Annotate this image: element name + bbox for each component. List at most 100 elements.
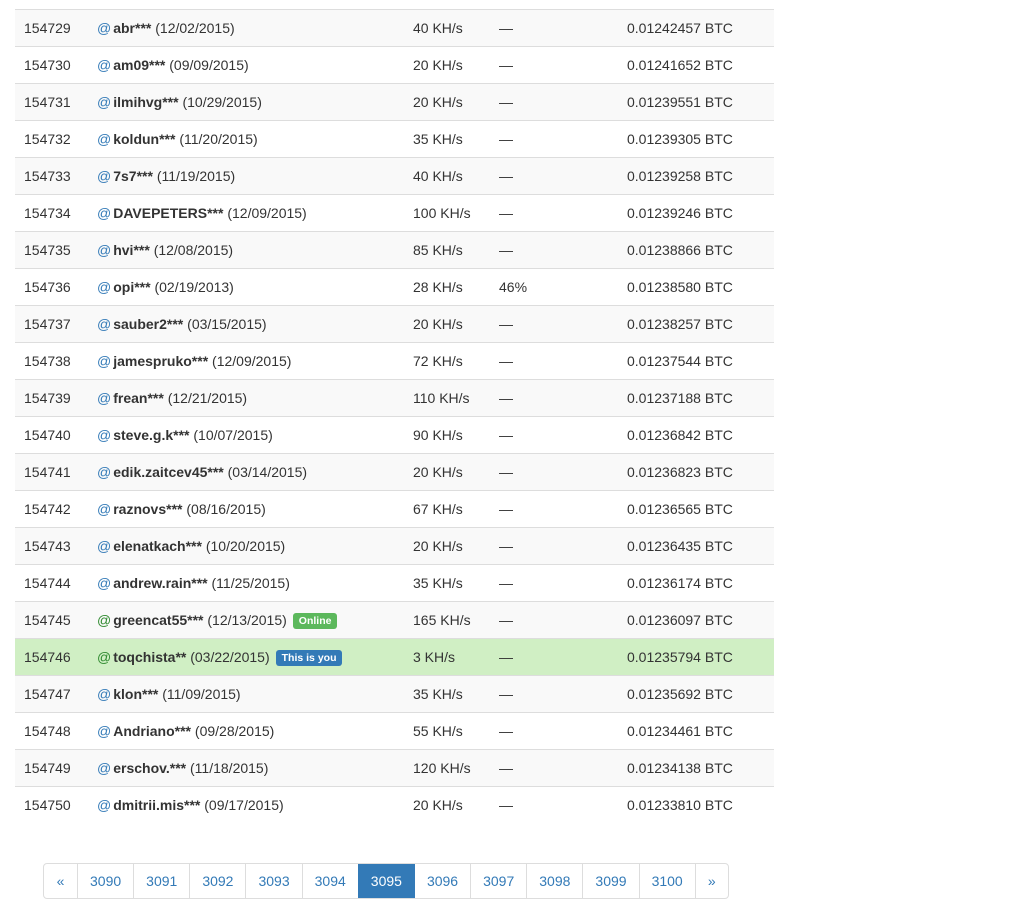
user-cell: @ andrew.rain*** (11/25/2015)	[97, 564, 413, 602]
speed-cell: 20 KH/s	[413, 527, 499, 565]
rank-cell: 154748	[15, 712, 97, 750]
username-link[interactable]: ilmihvg***	[113, 94, 178, 110]
speed-cell: 120 KH/s	[413, 749, 499, 787]
join-date: (11/20/2015)	[179, 131, 258, 147]
join-date: (12/09/2015)	[227, 205, 307, 221]
speed-cell: 40 KH/s	[413, 9, 499, 47]
username-link[interactable]: sauber2***	[113, 316, 183, 332]
user-cell: @ greencat55*** (12/13/2015) Online	[97, 601, 413, 639]
username-link[interactable]: opi***	[113, 279, 150, 295]
rank-cell: 154743	[15, 527, 97, 565]
username-link[interactable]: toqchista**	[113, 649, 186, 665]
speed-cell: 35 KH/s	[413, 675, 499, 713]
username-link[interactable]: hvi***	[113, 242, 150, 258]
user-cell: @ hvi*** (12/08/2015)	[97, 231, 413, 269]
this-is-you-badge: This is you	[275, 649, 343, 666]
table-row: 154738 @ jamespruko*** (12/09/2015) 72 KH/s…	[15, 342, 774, 380]
join-date: (03/15/2015)	[187, 316, 267, 332]
speed-cell: 165 KH/s	[413, 601, 499, 639]
rank-cell: 154747	[15, 675, 97, 713]
table-row: 154741 @ edik.zaitcev45*** (03/14/2015) 20 …	[15, 453, 774, 491]
username-link[interactable]: erschov.***	[113, 760, 186, 776]
user-cell: @ am09*** (09/09/2015)	[97, 46, 413, 84]
at-icon: @	[97, 242, 112, 258]
rank-cell: 154733	[15, 157, 97, 195]
at-icon: @	[97, 390, 112, 406]
reward-cell: 0.01241652 BTC	[627, 46, 774, 84]
table-row: 154744 @ andrew.rain*** (11/25/2015) 35 KH/…	[15, 564, 774, 602]
table-row: 154740 @ steve.g.k*** (10/07/2015) 90 KH/s —…	[15, 416, 774, 454]
username-link[interactable]: jamespruko***	[113, 353, 208, 369]
at-icon: @	[97, 723, 112, 739]
join-date: (11/09/2015)	[162, 686, 241, 702]
table-row: 154735 @ hvi*** (12/08/2015) 85 KH/s —0.0123…	[15, 231, 774, 269]
progress-cell: —	[499, 638, 627, 676]
rank-cell: 154731	[15, 83, 97, 121]
username-link[interactable]: DAVEPETERS***	[113, 205, 223, 221]
user-cell: @ klon*** (11/09/2015)	[97, 675, 413, 713]
at-icon: @	[97, 464, 112, 480]
username-link[interactable]: greencat55***	[113, 612, 203, 628]
pagination-page[interactable]: 3093	[245, 864, 301, 898]
table-row: 154742 @ raznovs*** (08/16/2015) 67 KH/s —0.…	[15, 490, 774, 528]
username-link[interactable]: andrew.rain***	[113, 575, 207, 591]
leaderboard-table: 154729 @ abr*** (12/02/2015) 40 KH/s —0.0124…	[15, 9, 774, 823]
user-cell: @ opi*** (02/19/2013)	[97, 268, 413, 306]
username-link[interactable]: steve.g.k***	[113, 427, 189, 443]
progress-cell: 46%	[499, 268, 627, 306]
reward-cell: 0.01236097 BTC	[627, 601, 774, 639]
join-date: (11/25/2015)	[211, 575, 290, 591]
pagination-page[interactable]: 3099	[582, 864, 638, 898]
speed-cell: 3 KH/s	[413, 638, 499, 676]
join-date: (09/28/2015)	[194, 723, 275, 739]
reward-cell: 0.01239551 BTC	[627, 83, 774, 121]
username-link[interactable]: Andriano***	[113, 723, 191, 739]
at-icon: @	[97, 686, 112, 702]
online-badge: Online	[292, 612, 338, 629]
username-link[interactable]: am09***	[113, 57, 165, 73]
pagination-prev-button[interactable]: «	[44, 864, 77, 898]
speed-cell: 20 KH/s	[413, 786, 499, 823]
pagination-page-active[interactable]: 3095	[357, 864, 414, 898]
username-link[interactable]: edik.zaitcev45***	[113, 464, 224, 480]
at-icon: @	[97, 353, 112, 369]
username-link[interactable]: abr***	[113, 20, 151, 36]
username-link[interactable]: klon***	[113, 686, 158, 702]
leaderboard-body: 154729 @ abr*** (12/02/2015) 40 KH/s —0.0124…	[15, 9, 774, 823]
progress-cell: —	[499, 786, 627, 823]
at-icon: @	[97, 57, 112, 73]
user-cell: @ dmitrii.mis*** (09/17/2015)	[97, 786, 413, 823]
rank-cell: 154741	[15, 453, 97, 491]
pagination-page[interactable]: 3094	[301, 864, 358, 898]
reward-cell: 0.01235794 BTC	[627, 638, 774, 676]
pagination-page[interactable]: 3100	[638, 864, 695, 898]
reward-cell: 0.01239305 BTC	[627, 120, 774, 158]
username-link[interactable]: koldun***	[113, 131, 175, 147]
table-row: 154734 @ DAVEPETERS*** (12/09/2015) 100 KH/…	[15, 194, 774, 232]
username-link[interactable]: dmitrii.mis***	[113, 797, 200, 813]
rank-cell: 154750	[15, 786, 97, 823]
speed-cell: 20 KH/s	[413, 46, 499, 84]
speed-cell: 35 KH/s	[413, 120, 499, 158]
pagination-page[interactable]: 3096	[413, 864, 470, 898]
at-icon: @	[97, 648, 112, 665]
table-row: 154729 @ abr*** (12/02/2015) 40 KH/s —0.0124…	[15, 9, 774, 47]
at-icon: @	[97, 205, 112, 221]
pagination-page[interactable]: 3091	[133, 864, 189, 898]
username-link[interactable]: 7s7***	[113, 168, 153, 184]
table-row: 154736 @ opi*** (02/19/2013) 28 KH/s 46% 0.01…	[15, 268, 774, 306]
user-cell: @ koldun*** (11/20/2015)	[97, 120, 413, 158]
reward-cell: 0.01236823 BTC	[627, 453, 774, 491]
reward-cell: 0.01237188 BTC	[627, 379, 774, 417]
pagination-page[interactable]: 3092	[189, 864, 245, 898]
join-date: (03/22/2015)	[190, 648, 270, 665]
username-link[interactable]: raznovs***	[113, 501, 182, 517]
rank-cell: 154734	[15, 194, 97, 232]
pagination-next-button[interactable]: »	[694, 864, 728, 898]
pagination-page[interactable]: 3090	[77, 864, 133, 898]
pagination-page[interactable]: 3098	[526, 864, 582, 898]
username-link[interactable]: elenatkach***	[113, 538, 202, 554]
username-link[interactable]: frean***	[113, 390, 164, 406]
pagination-page[interactable]: 3097	[470, 864, 526, 898]
user-cell: @ Andriano*** (09/28/2015)	[97, 712, 413, 750]
